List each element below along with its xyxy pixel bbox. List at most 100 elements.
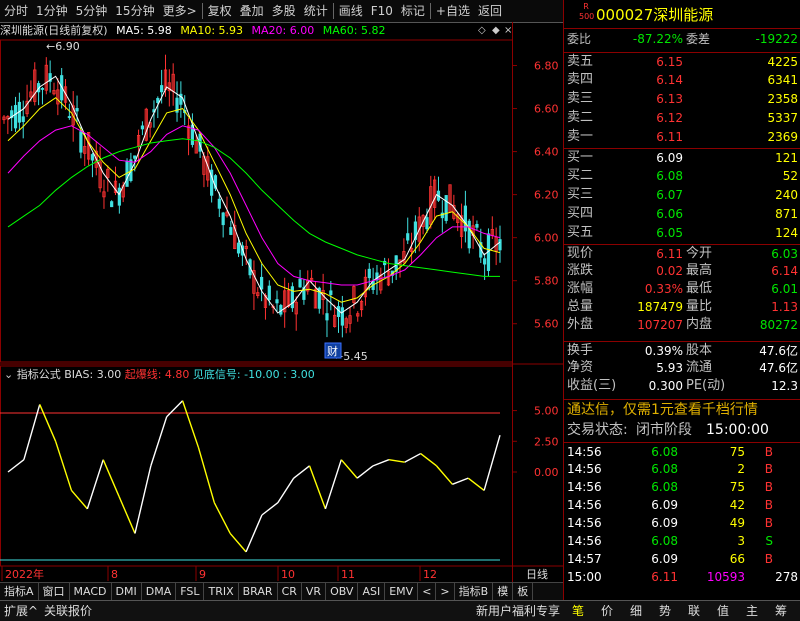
indicator-tab[interactable]: 板 (513, 583, 534, 600)
indicator-collapse-icon[interactable]: ⌄ (4, 368, 13, 381)
indicator-tab[interactable]: 窗口 (39, 583, 70, 600)
quote-view-button[interactable]: 价 (597, 601, 617, 621)
sell-volume: 2358 (767, 92, 798, 106)
finance-marker: 财 (327, 344, 338, 358)
stat-label: 量比 (686, 299, 713, 314)
quote-view-button[interactable]: 联 (684, 601, 704, 621)
candle-body (329, 290, 333, 296)
indicator-tab[interactable]: MACD (70, 583, 112, 600)
sell-price: 6.11 (656, 130, 683, 144)
bias-segment (404, 452, 421, 463)
tick-row: 14:57 6.09 66 B (564, 550, 800, 568)
stock-code-name[interactable]: 000027深圳能源 (596, 4, 713, 25)
indicator-tab[interactable]: 指标A (0, 583, 39, 600)
bias-segment (308, 465, 327, 510)
date-tick-label: 2022年 (5, 567, 44, 581)
price-tick-label: 6.60 (534, 103, 559, 116)
tick-volume: 66 (729, 552, 745, 566)
new-user-benefit-link[interactable]: 新用户福利专享 (476, 601, 560, 621)
indicator-tab[interactable]: ASI (358, 583, 386, 600)
period-label: 日线 (526, 567, 548, 581)
tick-side: B (764, 552, 773, 566)
bias-segment (356, 465, 374, 479)
tick-volume: 75 (729, 445, 745, 459)
bias-segment (388, 459, 405, 463)
tick-row: 14:56 6.09 42 B (564, 496, 800, 514)
expand-button[interactable]: 扩展^ (4, 601, 38, 621)
price-tick-label: 5.80 (534, 275, 559, 288)
tick-side: B (764, 445, 773, 459)
candle-body (394, 255, 398, 272)
webi-value: -87.22% (632, 32, 683, 46)
bias-segment (340, 459, 358, 479)
tick-row: 14:56 6.09 49 B (564, 514, 800, 532)
stat-label: 内盘 (686, 317, 713, 332)
stat-label: 总量 (567, 299, 594, 314)
r-badge: R 500 (579, 2, 594, 24)
fin-row: 收益(三) 0.300 PE(动) 12.3 (564, 377, 800, 395)
indicator-tab[interactable]: EMV (385, 583, 419, 600)
indicator-tab[interactable]: DMA (142, 583, 177, 600)
candle-body (90, 154, 95, 161)
related-quote-button[interactable]: 关联报价 (44, 601, 92, 621)
candle-body (40, 88, 45, 90)
fin-label: 换手 (567, 343, 594, 358)
quote-view-button[interactable]: 细 (626, 601, 646, 621)
tick-volume: 49 (729, 516, 745, 530)
candle-body (133, 155, 137, 159)
tick-row: 14:56 6.08 2 B (564, 460, 800, 478)
quote-title-bar: R 500 000027深圳能源 (564, 0, 800, 29)
bias-segment (197, 447, 215, 503)
quote-view-button[interactable]: 主 (742, 601, 762, 621)
candle-body (498, 239, 502, 251)
quote-view-button[interactable]: 筹 (771, 601, 791, 621)
tick-time: 14:56 (567, 480, 602, 494)
trade-status-row: 交易状态: 闭市阶段 15:00:00 (564, 421, 800, 439)
fin-value: 47.6亿 (759, 344, 798, 358)
indicator-tick-label: 2.50 (534, 435, 559, 448)
candle-body (156, 98, 160, 103)
indicator-tick-label: 5.00 (534, 405, 559, 418)
buy-price: 6.08 (656, 169, 683, 183)
indicator-tab[interactable]: BRAR (239, 583, 278, 600)
buy-row: 买二 6.08 52 (564, 167, 800, 185)
tick-time: 15:00 (567, 570, 602, 584)
tick-time: 14:56 (567, 534, 602, 548)
weicha-label: 委差 (686, 32, 711, 46)
indicator-tab[interactable]: CR (278, 583, 302, 600)
indicator-tab[interactable]: > (436, 583, 455, 600)
bias-segment (134, 465, 152, 534)
candle-body (221, 212, 225, 226)
tick-side: S (765, 534, 773, 548)
indicator-tab[interactable]: < (418, 583, 437, 600)
buy-label: 买二 (567, 168, 594, 183)
indicator-tab[interactable]: VR (302, 583, 327, 600)
buy-label: 买五 (567, 225, 594, 240)
buy-volume: 121 (775, 151, 798, 165)
sell-price: 6.13 (656, 92, 683, 106)
stat-value: 6.11 (656, 247, 683, 261)
tick-side: 278 (775, 570, 798, 584)
buy-row: 买四 6.06 871 (564, 205, 800, 223)
stat-label: 涨跌 (567, 263, 594, 278)
stat-label: 现价 (567, 246, 594, 261)
fin-value: 0.300 (648, 379, 683, 393)
stat-row: 外盘 107207 内盘 80272 (564, 316, 800, 334)
indicator-tab[interactable]: TRIX (204, 583, 239, 600)
tick-volume: 75 (729, 480, 745, 494)
stat-label: 今开 (686, 246, 713, 261)
sell-price: 6.15 (656, 55, 683, 69)
indicator-tab[interactable]: 模 (493, 583, 514, 600)
bias-segment (7, 459, 25, 473)
quote-view-button[interactable]: 势 (655, 601, 675, 621)
indicator-tab[interactable]: 指标B (455, 583, 494, 600)
quote-view-button[interactable]: 笔 (568, 601, 588, 621)
indicator-tab[interactable]: FSL (176, 583, 205, 600)
indicator-tab[interactable]: DMI (112, 583, 142, 600)
quote-view-button[interactable]: 值 (713, 601, 733, 621)
promo-banner[interactable]: 通达信，仅需1元查看千档行情 (564, 399, 800, 421)
indicator-tabs: 指标A 窗口 MACD DMI DMA FSL TRIX BRAR CR VR OBV ASI EMV <… (0, 582, 563, 600)
bias-segment (181, 400, 200, 448)
indicator-tab[interactable]: OBV (326, 583, 359, 600)
fin-row: 换手 0.39% 股本 47.6亿 (564, 341, 800, 360)
